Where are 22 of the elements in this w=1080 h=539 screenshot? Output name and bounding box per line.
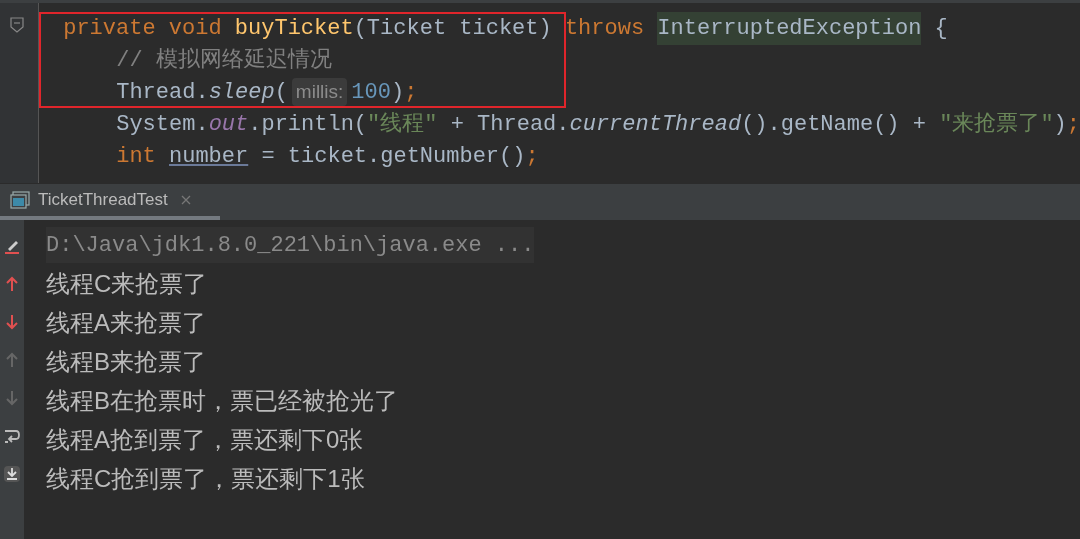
arrow-down-icon[interactable] <box>4 314 20 330</box>
code-line: Thread.sleep( millis: 100); <box>115 76 419 108</box>
run-tab[interactable]: TicketThreadTest <box>0 184 220 220</box>
arrow-up-icon[interactable] <box>4 276 20 292</box>
arrow-up-icon[interactable] <box>4 352 20 368</box>
code-line: private void buyTicket(Ticket ticket) throws InterruptedException { <box>39 12 1080 44</box>
output-line: 线程A来抢票了 <box>46 307 207 338</box>
output-line: 线程B来抢票了 <box>46 346 207 377</box>
code-line: // 模拟网络延迟情况 <box>115 46 333 75</box>
output-line: 线程C抢到票了，票还剩下1张 <box>46 463 366 494</box>
code-line: System.out.println("线程" + Thread.currentThread().getName() + "来抢票了"); <box>115 110 1080 139</box>
wrap-icon[interactable] <box>4 428 20 444</box>
edit-icon[interactable] <box>4 238 20 254</box>
close-icon[interactable] <box>179 194 192 206</box>
arrow-down-icon[interactable] <box>4 390 20 406</box>
output-line: 线程A抢到票了，票还剩下0张 <box>46 424 365 455</box>
code-line: int number = ticket.getNumber(); <box>115 142 540 171</box>
console-icon <box>10 191 30 209</box>
download-icon[interactable] <box>4 466 20 482</box>
output-line: 线程B在抢票时，票已经被抢光了 <box>46 385 399 416</box>
output-line: 线程C来抢票了 <box>46 268 209 299</box>
fold-icon[interactable] <box>10 17 25 33</box>
